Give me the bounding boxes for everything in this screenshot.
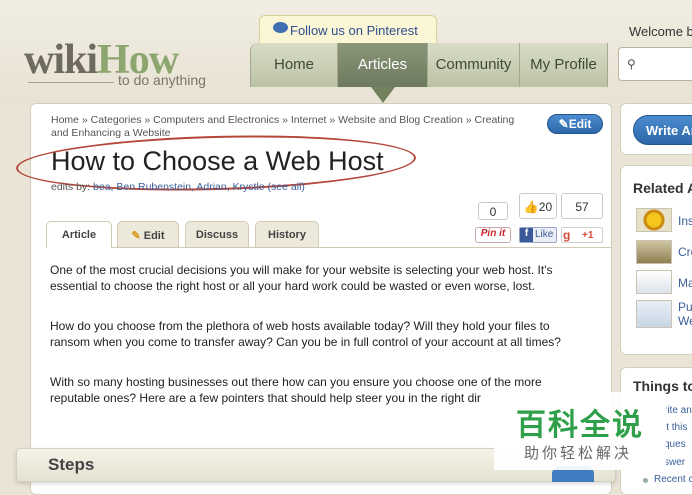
nav-tab-articles[interactable]: Articles: [338, 43, 428, 87]
tagline-divider: [28, 82, 114, 83]
tab-edit-label: Edit: [143, 230, 165, 242]
nav-tab-my-profile[interactable]: My Profile: [520, 43, 608, 87]
like-label: Like: [535, 229, 554, 240]
intro-paragraph-1: One of the most crucial decisions you wi…: [50, 263, 553, 293]
related-link[interactable]: Ins: [678, 214, 692, 228]
welcome-text: Welcome b: [629, 24, 692, 39]
related-thumbnail[interactable]: [636, 208, 672, 232]
edits-by-label: edits by:: [51, 181, 94, 193]
active-tab-arrow-icon: [371, 87, 395, 103]
pin-it-button[interactable]: Pin it: [475, 227, 511, 243]
related-link[interactable]: Pu: [678, 300, 692, 314]
related-thumbnail[interactable]: [636, 240, 672, 264]
nav-tab-community[interactable]: Community: [428, 43, 520, 87]
things-item[interactable]: ques: [664, 439, 686, 450]
like-count: 👍20: [519, 193, 557, 219]
steps-heading: Steps: [48, 455, 95, 474]
related-thumbnail[interactable]: [636, 300, 672, 328]
watermark-logo-text: 百科全说: [516, 409, 644, 442]
tab-history[interactable]: History: [255, 221, 319, 247]
facebook-icon: f: [520, 228, 533, 242]
tab-discuss[interactable]: Discuss: [185, 221, 249, 247]
pencil-icon: ✎: [131, 230, 141, 242]
nav-tab-home[interactable]: Home: [250, 43, 338, 87]
related-link[interactable]: Cre: [678, 245, 692, 259]
things-item[interactable]: rite an: [664, 405, 692, 416]
things-item[interactable]: it this: [664, 422, 687, 433]
related-articles-title: Related A: [633, 180, 692, 196]
gplus-count: 57: [561, 193, 603, 219]
google-plus-icon: g: [563, 228, 571, 242]
edits-by-line: edits by: bea, Ben Rubenstein, Adrian, K…: [51, 181, 305, 193]
edit-button[interactable]: ✎Edit: [547, 114, 603, 134]
thumbs-up-icon: 👍: [523, 200, 539, 214]
tabs-divider: [46, 247, 612, 248]
tab-article[interactable]: Article: [46, 221, 112, 248]
like-count-value: 20: [538, 200, 553, 214]
related-link[interactable]: Ma: [678, 276, 692, 290]
logo-tagline: to do anything: [118, 72, 206, 88]
write-article-button[interactable]: Write Ar: [633, 115, 692, 145]
bullet-icon: [643, 478, 648, 483]
tab-edit[interactable]: ✎ Edit: [117, 221, 179, 247]
google-plus-label: +1: [582, 230, 594, 241]
related-link[interactable]: We: [678, 314, 692, 328]
speech-bubble-icon: [273, 22, 288, 33]
logo-wiki-text: wiki: [24, 37, 98, 83]
pin-count: 0: [478, 202, 508, 220]
things-item[interactable]: Recent c: [654, 474, 692, 485]
editor-links[interactable]: bea, Ben Rubenstein, Adrian, Krystle (se…: [93, 181, 305, 193]
search-icon[interactable]: ⚲: [627, 57, 636, 71]
watermark-slogan: 助你轻松解决: [524, 445, 633, 462]
things-item[interactable]: swer: [664, 457, 685, 468]
intro-paragraph-2: How do you choose from the plethora of w…: [50, 319, 561, 349]
related-thumbnail[interactable]: [636, 270, 672, 294]
